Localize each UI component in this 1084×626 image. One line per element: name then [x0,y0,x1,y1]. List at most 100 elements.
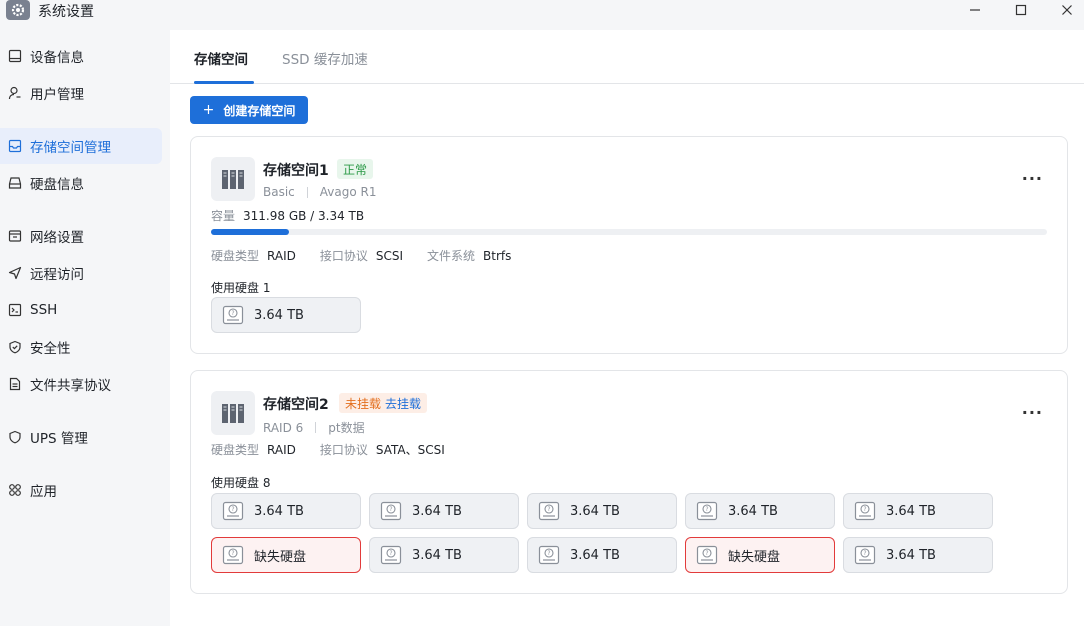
disk-chip[interactable]: ? 3.64 TB [211,493,361,529]
sidebar-item-remote-access[interactable]: 远程访问 [0,255,162,291]
missing-disk-chip[interactable]: ? 缺失硬盘 [211,537,361,573]
minimize-icon [970,9,980,11]
disk-chip[interactable]: ? 3.64 TB [527,493,677,529]
spec-value: SCSI [375,248,404,263]
hard-disk-icon: ? [696,545,718,565]
tab-bar: 存储空间 SSD 缓存加速 [170,30,1084,84]
network-icon [8,229,22,243]
missing-disk-chip[interactable]: ? 缺失硬盘 [685,537,835,573]
sidebar-item-label: 存储空间管理 [30,140,111,156]
sidebar-item-disk-info[interactable]: 硬盘信息 [0,165,162,201]
gear-icon [6,0,30,20]
pool-raid-level: Basic [263,185,295,199]
disks-count-label: 使用硬盘 8 [211,476,271,490]
disk-label: 3.64 TB [412,547,462,563]
hard-disk-icon: ? [222,545,244,565]
spec-key: 硬盘类型 [211,249,260,263]
disk-chip[interactable]: ? 3.64 TB [527,537,677,573]
disk-label: 3.64 TB [412,503,462,519]
sidebar-item-label: 文件共享协议 [30,378,111,394]
hard-disk-icon: ? [380,545,402,565]
tab-ssd-cache[interactable]: SSD 缓存加速 [282,48,368,68]
sidebar-item-label: 应用 [30,484,57,500]
pool-name-alias: pt数据 [328,421,365,435]
disk-label: 3.64 TB [254,503,304,519]
disk-chip[interactable]: ? 3.64 TB [843,537,993,573]
close-icon [1062,5,1072,15]
spec-value: Btrfs [483,248,512,263]
spec-line: 硬盘类型 RAID 接口协议 SATA、SCSI [211,441,445,458]
capacity-line: 容量 311.98 GB / 3.34 TB [211,207,364,224]
sidebar-item-label: 设备信息 [30,50,84,66]
terminal-icon [8,303,22,317]
sidebar-item-label: SSH [30,302,58,318]
svg-text:?: ? [547,506,550,513]
sidebar-item-security[interactable]: 安全性 [0,329,162,365]
server-rack-icon [211,157,255,201]
capacity-progress-bar [211,229,1047,235]
disk-chip[interactable]: ? 3.64 TB [369,537,519,573]
capacity-label: 容量 [211,209,236,223]
disk-label: 3.64 TB [570,547,620,563]
sidebar-item-ups[interactable]: UPS 管理 [0,419,162,455]
divider [306,186,308,198]
plus-icon: + [202,102,215,118]
sidebar-item-network[interactable]: 网络设置 [0,218,162,254]
sidebar-item-label: 用户管理 [30,87,84,103]
sidebar: 设备信息 用户管理 存储空间管理 硬盘信息 网络设置 远程访问 SSH 安全性 … [0,30,170,626]
maximize-button[interactable] [1006,0,1036,20]
sidebar-item-device-info[interactable]: 设备信息 [0,38,162,74]
mount-link[interactable]: 去挂载 [385,395,421,412]
status-text: 未挂载 [345,396,382,411]
pool-subtitle: RAID 6 pt数据 [263,419,365,436]
svg-text:?: ? [231,550,234,557]
disk-chip[interactable]: ? 3.64 TB [211,297,361,333]
divider [315,422,317,433]
disk-label: 3.64 TB [886,547,936,563]
disk-label: 3.64 TB [254,307,304,323]
disk-icon [8,176,22,190]
storage-pool-card: 存储空间1 正常 Basic Avago R1 ··· 容量 311.98 GB… [190,136,1068,354]
apps-icon [8,483,22,497]
svg-text:?: ? [863,506,866,513]
storage-pool-card: 存储空间2 未挂载 去挂载 RAID 6 pt数据 ··· 硬盘类型 RAID … [190,370,1068,594]
device-icon [8,49,22,63]
sidebar-item-storage-management[interactable]: 存储空间管理 [0,128,162,164]
storage-icon [8,139,22,153]
sidebar-item-label: 安全性 [30,341,71,357]
disk-label: 3.64 TB [728,503,778,519]
spec-line: 硬盘类型 RAID 接口协议 SCSI 文件系统 Btrfs [211,247,511,264]
hard-disk-icon: ? [696,501,718,521]
sidebar-item-user-management[interactable]: 用户管理 [0,75,162,111]
svg-text:?: ? [705,550,708,557]
pool-subtitle: Basic Avago R1 [263,185,377,199]
disk-label: 3.64 TB [886,503,936,519]
send-icon [8,266,22,280]
svg-text:?: ? [231,310,234,317]
disk-chip[interactable]: ? 3.64 TB [369,493,519,529]
create-storage-label: 创建存储空间 [223,103,296,118]
svg-text:?: ? [389,506,392,513]
disk-chip[interactable]: ? 3.64 TB [685,493,835,529]
minimize-button[interactable] [960,0,990,20]
create-storage-button[interactable]: + 创建存储空间 [190,96,308,124]
user-icon [8,86,22,100]
sidebar-item-label: UPS 管理 [30,431,88,447]
shield-icon [8,340,22,354]
svg-text:?: ? [389,550,392,557]
sidebar-item-apps[interactable]: 应用 [0,472,162,508]
hard-disk-icon: ? [380,501,402,521]
sidebar-item-ssh[interactable]: SSH [0,292,162,328]
spec-value: RAID [267,442,296,457]
sidebar-item-file-sharing[interactable]: 文件共享协议 [0,366,162,402]
file-icon [8,377,22,391]
spec-value: SATA、SCSI [375,443,445,457]
more-menu-button[interactable]: ··· [1022,169,1043,188]
tab-storage[interactable]: 存储空间 [194,48,248,68]
disk-chip[interactable]: ? 3.64 TB [843,493,993,529]
status-badge: 正常 [337,159,374,179]
close-button[interactable] [1052,0,1082,20]
more-menu-button[interactable]: ··· [1022,403,1043,422]
capacity-value: 311.98 GB / 3.34 TB [243,208,365,223]
disks-count-label: 使用硬盘 1 [211,281,271,295]
